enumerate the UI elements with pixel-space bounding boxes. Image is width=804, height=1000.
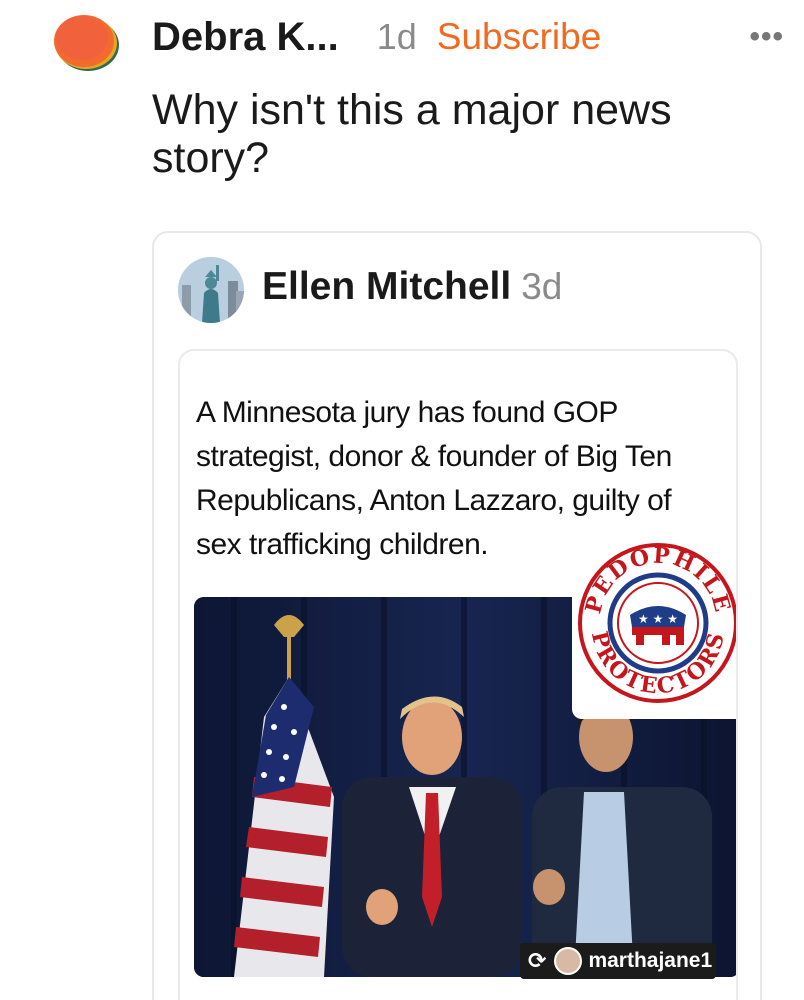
- handle-avatar: [554, 947, 583, 975]
- handle-text: marthajane1: [588, 949, 713, 972]
- watermark-handle: ⟳ marthajane1: [520, 943, 717, 979]
- quoted-author-line: Ellen Mitchell 3d: [262, 265, 562, 309]
- svg-text:★ ★ ★: ★ ★ ★: [638, 612, 678, 626]
- timestamp[interactable]: 1d: [377, 16, 417, 58]
- avatar[interactable]: [54, 10, 122, 72]
- badge-area: ★ ★ ★ PEDOPHILE PROTECTORS: [572, 523, 736, 719]
- subscribe-button[interactable]: Subscribe: [437, 16, 602, 58]
- quoted-post-card[interactable]: Ellen Mitchell 3d A Minnesota jury has fo…: [152, 231, 762, 1000]
- quoted-timestamp[interactable]: 3d: [521, 266, 562, 307]
- more-options-icon[interactable]: •••: [749, 22, 784, 52]
- repost-icon: ⟳: [528, 948, 547, 973]
- comment-header: Debra K... 1d Subscribe •••: [152, 10, 784, 64]
- quoted-author-avatar[interactable]: [178, 257, 244, 323]
- comment-text: Why isn't this a major news story?: [152, 86, 672, 182]
- quoted-image[interactable]: A Minnesota jury has found GOP strategis…: [178, 349, 738, 1000]
- quoted-author-name[interactable]: Ellen Mitchell: [262, 265, 511, 308]
- author-name[interactable]: Debra K...: [152, 15, 339, 60]
